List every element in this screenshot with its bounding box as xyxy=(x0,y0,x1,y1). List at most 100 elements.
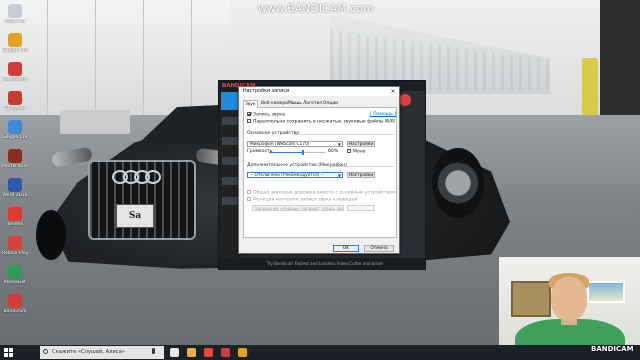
main-device-select[interactable]: Микрофон (Webcam C170) ▼ xyxy=(247,141,343,147)
ring xyxy=(145,170,161,184)
desktop-shortcut-label: Mortal Kombat xyxy=(2,164,28,169)
desktop-shortcut[interactable]: Yandex xyxy=(2,207,28,233)
recycle-bin-icon xyxy=(8,4,22,18)
building-panel xyxy=(48,0,96,115)
desktop-shortcut-label: Bandicam xyxy=(3,77,27,82)
chevron-down-icon: ▼ xyxy=(337,142,341,147)
word-icon xyxy=(8,178,22,192)
hotkey-row[interactable]: Функция контроля записи звука клавишей xyxy=(247,197,357,204)
mono-checkbox[interactable] xyxy=(347,149,351,153)
sidebar-item[interactable] xyxy=(222,197,238,205)
wallpaper-barrier xyxy=(60,110,130,134)
sound-tab-content: Запись звука [ Помощь ] Параллельно сохр… xyxy=(243,108,397,238)
save-wav-label: Параллельно сохранять в несжатые звуковы… xyxy=(253,119,396,125)
mix-tracks-row[interactable]: Общая звуковая дорожка вместе с основным… xyxy=(247,190,396,197)
tab-options[interactable]: Опции xyxy=(322,100,339,108)
help-link[interactable]: [ Помощь ] xyxy=(370,112,396,118)
desktop-shortcut[interactable]: Google Chrome xyxy=(2,120,28,146)
dialog-title: Настройки записи xyxy=(243,89,290,94)
desktop-shortcut-label: Bandicam xyxy=(3,309,27,314)
tab-logo[interactable]: Логотип xyxy=(302,100,323,108)
main-device-title: Основное устройство xyxy=(247,131,300,136)
main-device-settings-button[interactable]: Настройки xyxy=(347,141,375,147)
desktop-shortcut-label: Google Chrome xyxy=(2,135,28,140)
hotkey-mode-field[interactable]: Удержание клавиши (запишет запись звука) xyxy=(252,205,344,211)
desktop-shortcut[interactable]: CCleaner xyxy=(2,91,28,117)
chrome-icon xyxy=(8,33,22,47)
microphone-icon[interactable] xyxy=(152,348,155,354)
desktop-shortcut-label: CCleaner xyxy=(4,106,26,111)
desktop-shortcut-label: Корзина xyxy=(4,19,26,24)
mix-tracks-checkbox[interactable] xyxy=(247,190,251,194)
app-promo-bar[interactable]: Try Bandicut! Fastest and Lossless Video… xyxy=(219,258,425,269)
sidebar-item[interactable] xyxy=(222,177,238,185)
chevron-down-icon: ▼ xyxy=(337,173,341,178)
search-placeholder: Скажите «Слушай, Алиса» xyxy=(52,349,126,355)
hotkey-checkbox[interactable] xyxy=(247,197,251,201)
hotkey-label: Функция контроля записи звука клавишей xyxy=(253,197,358,203)
desktop-shortcut-label: MediaGet xyxy=(4,280,26,285)
desktop-shortcut-label: Yandex xyxy=(6,222,24,227)
webcam-wall-picture xyxy=(587,281,625,303)
sidebar-item[interactable] xyxy=(222,137,238,145)
recording-settings-dialog: Настройки записи ✕ Звук Веб-камера Мышь … xyxy=(238,86,400,254)
desktop-shortcut-label: Word 2016 xyxy=(2,193,28,198)
ccleaner-icon xyxy=(8,91,22,105)
volume-slider-thumb[interactable] xyxy=(301,150,304,155)
record-audio-checkbox[interactable] xyxy=(247,112,251,116)
file-explorer-icon[interactable] xyxy=(187,348,196,357)
chrome-icon[interactable] xyxy=(238,348,247,357)
windows-start-icon[interactable] xyxy=(4,348,13,357)
ok-button[interactable]: OK xyxy=(333,245,359,252)
main-device-value: Микрофон (Webcam C170) xyxy=(250,142,310,147)
desktop-shortcut-label: Google Chrome xyxy=(2,48,28,53)
extra-device-settings-button[interactable]: Настройки xyxy=(347,172,375,178)
sidebar-item[interactable] xyxy=(222,157,238,165)
desktop-shortcut-label: Roblox Player xyxy=(2,251,28,256)
car-logo-rings xyxy=(112,170,172,184)
desktop-shortcut[interactable]: Mortal Kombat xyxy=(2,149,28,175)
building-panel xyxy=(96,0,144,115)
extra-device-select[interactable]: -- Отключено (Рекомендуется) -- ▼ xyxy=(247,172,343,178)
mono-row[interactable]: Моно xyxy=(347,149,366,156)
taskbar-search-box[interactable]: Скажите «Слушай, Алиса» xyxy=(40,346,164,359)
bandicam-watermark: www.BANDICAM.com xyxy=(258,3,374,15)
record-audio-row[interactable]: Запись звука xyxy=(247,112,285,119)
car-plate-logo: Sa xyxy=(116,204,154,228)
building-panel xyxy=(144,0,192,115)
record-audio-label: Запись звука xyxy=(253,112,285,118)
search-icon xyxy=(43,349,48,354)
game-icon xyxy=(8,149,22,163)
close-icon[interactable]: ✕ xyxy=(389,87,397,96)
car-wheel xyxy=(36,210,66,260)
extra-device-value: -- Отключено (Рекомендуется) -- xyxy=(250,173,324,178)
save-wav-row[interactable]: Параллельно сохранять в несжатые звуковы… xyxy=(247,119,395,126)
desktop-shortcut[interactable]: Google Chrome xyxy=(2,33,28,59)
desktop-shortcut[interactable]: Roblox Player xyxy=(2,236,28,262)
record-button[interactable] xyxy=(399,94,411,106)
desktop-shortcut[interactable]: Корзина xyxy=(2,4,28,30)
dialog-title-bar[interactable]: Настройки записи ✕ xyxy=(239,87,399,96)
yandex-browser-icon[interactable] xyxy=(204,348,213,357)
desktop-shortcut[interactable]: Bandicam xyxy=(2,62,28,88)
mediaget-icon xyxy=(8,265,22,279)
sidebar-item[interactable] xyxy=(222,117,238,125)
webcam-person-face xyxy=(551,277,587,321)
save-wav-checkbox[interactable] xyxy=(247,119,251,123)
task-view-icon[interactable] xyxy=(170,348,179,357)
tab-webcam[interactable]: Веб-камера xyxy=(260,100,289,108)
taskbar: Скажите «Слушай, Алиса» xyxy=(0,345,640,360)
bandicam-icon[interactable] xyxy=(221,348,230,357)
desktop-shortcut[interactable]: MediaGet xyxy=(2,265,28,291)
chrome-icon xyxy=(8,120,22,134)
tab-mouse[interactable]: Мышь xyxy=(287,100,303,108)
webcam-overlay xyxy=(499,257,640,358)
hotkey-key-field[interactable] xyxy=(347,205,375,211)
desktop-shortcut[interactable]: Bandicam xyxy=(2,294,28,320)
volume-value: 60% xyxy=(328,149,339,154)
bandicam-icon xyxy=(8,294,22,308)
bandicam-corner-watermark: BANDICAM xyxy=(591,345,634,353)
desktop-shortcut[interactable]: Word 2016 xyxy=(2,178,28,204)
roblox-icon xyxy=(8,236,22,250)
cancel-button[interactable]: Отмена xyxy=(364,245,394,252)
